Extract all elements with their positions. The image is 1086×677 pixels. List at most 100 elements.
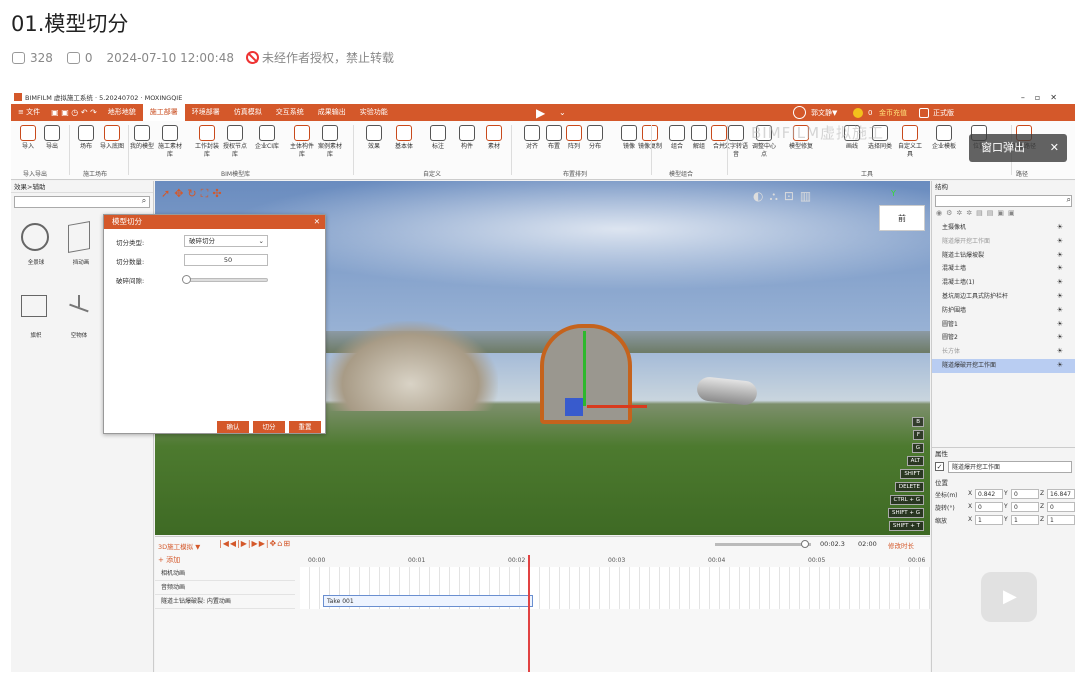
tab-environment[interactable]: 环境部署: [185, 104, 227, 121]
tree-item[interactable]: 混凝土墙(1): [932, 276, 1075, 290]
close-icon[interactable]: ✕: [1050, 134, 1059, 162]
shortcut-shift[interactable]: SHIFT: [900, 469, 924, 479]
flag-icon[interactable]: [21, 295, 47, 317]
add-track-button[interactable]: + 添加: [158, 555, 180, 565]
ribbon-button-5[interactable]: 施工素材库: [157, 125, 183, 159]
ribbon-button-0[interactable]: 导入: [15, 125, 41, 151]
prop-scale-z[interactable]: 1: [1047, 515, 1075, 525]
structure-search-input[interactable]: ⌕: [935, 195, 1072, 207]
play-icon[interactable]: ▶: [536, 106, 545, 120]
shortcut-g[interactable]: G: [911, 443, 924, 453]
object-name-input[interactable]: 隧道爆开挖工作面: [948, 461, 1072, 473]
animation-clip[interactable]: Take 001: [323, 595, 533, 607]
recharge-link[interactable]: 金币充值: [879, 108, 907, 118]
empty-object-icon[interactable]: [69, 295, 89, 317]
shortcut-delete[interactable]: DELETE: [894, 482, 924, 492]
view-tools[interactable]: ◐⛬⊡▥: [753, 189, 817, 204]
pipe-object[interactable]: [695, 375, 759, 407]
tree-item[interactable]: 防护围墙: [932, 304, 1075, 318]
tree-item[interactable]: 隧道爆开挖工作面: [932, 235, 1075, 249]
panorama-icon[interactable]: [21, 223, 49, 251]
ribbon-button-7[interactable]: 授权节点库: [222, 125, 248, 159]
prop-rot-z[interactable]: 0: [1047, 502, 1075, 512]
tree-item[interactable]: 混凝土墙: [932, 262, 1075, 276]
wall-icon[interactable]: [68, 221, 90, 253]
tab-simulation[interactable]: 仿真模拟: [227, 104, 269, 121]
tree-item[interactable]: 基坑周边工具式防护栏杆: [932, 290, 1075, 304]
ribbon-button-11[interactable]: 效果: [361, 125, 387, 151]
prop-rot-y[interactable]: 0: [1011, 502, 1039, 512]
quick-access-icons[interactable]: ▣ ▣ ◷ ↶ ↷: [47, 108, 101, 117]
avatar[interactable]: [793, 106, 806, 119]
popout-button[interactable]: 窗口弹出 ✕: [969, 134, 1067, 162]
left-search-input[interactable]: ⌕: [14, 196, 150, 208]
split-button[interactable]: 切分: [253, 421, 285, 433]
window-controls[interactable]: –▫✕: [1021, 93, 1067, 102]
tree-item[interactable]: 圆管2: [932, 331, 1075, 345]
ribbon-button-3[interactable]: 导入底图: [99, 125, 125, 151]
tree-item[interactable]: 主摄像机: [932, 221, 1075, 235]
split-count-input[interactable]: 50: [184, 254, 268, 266]
prop-coord-z[interactable]: 16.847: [1047, 489, 1075, 499]
view-cube[interactable]: 前: [879, 205, 925, 231]
ribbon-button-9[interactable]: 主体构件库: [289, 125, 315, 159]
tab-experimental[interactable]: 实验功能: [353, 104, 395, 121]
search-icon[interactable]: ⌕: [138, 196, 150, 208]
item-empty[interactable]: 空物体: [59, 331, 99, 339]
ribbon-button-2[interactable]: 场布: [73, 125, 99, 151]
prop-rot-x[interactable]: 0: [975, 502, 1003, 512]
shortcut-shift-g[interactable]: SHIFT + G: [887, 508, 924, 518]
split-type-select[interactable]: 破碎切分 ⌄: [184, 235, 268, 247]
ribbon-button-15[interactable]: 素材: [481, 125, 507, 151]
shortcut-b[interactable]: B: [912, 417, 924, 427]
file-menu[interactable]: ≡ 文件: [11, 104, 47, 121]
ribbon-button-21[interactable]: 镜像复制: [637, 125, 663, 151]
ribbon-button-8[interactable]: 企业CI库: [254, 125, 280, 151]
gizmo-y-axis[interactable]: [583, 331, 586, 406]
item-wall[interactable]: 挡动画: [61, 258, 101, 266]
ribbon-button-10[interactable]: 案例素材库: [317, 125, 343, 159]
shortcut-ctrl-g[interactable]: CTRL + G: [889, 495, 924, 505]
prop-coord-y[interactable]: 0: [1011, 489, 1039, 499]
shortcut-f[interactable]: F: [912, 430, 924, 440]
playback-controls[interactable]: |◀◀|▶|▶▶|✥⌂⊞: [219, 539, 291, 548]
prop-scale-y[interactable]: 1: [1011, 515, 1039, 525]
tab-terrain[interactable]: 地形地貌: [101, 104, 143, 121]
tab-output[interactable]: 成果输出: [311, 104, 353, 121]
ribbon-button-1[interactable]: 导出: [39, 125, 65, 151]
visible-checkbox[interactable]: ✓: [935, 462, 944, 471]
confirm-button[interactable]: 确认: [217, 421, 249, 433]
close-icon[interactable]: ✕: [314, 215, 320, 229]
tab-interaction[interactable]: 交互系统: [269, 104, 311, 121]
shortcut-alt[interactable]: ALT: [906, 456, 924, 466]
transform-tools[interactable]: ➚✥↻⛶✣: [161, 187, 226, 201]
tv-player-icon[interactable]: ▶: [981, 572, 1037, 622]
selected-wall-object[interactable]: [540, 324, 632, 424]
tree-item[interactable]: 隧道土钻爆坡裂: [932, 249, 1075, 263]
ribbon-button-14[interactable]: 构件: [454, 125, 480, 151]
tree-item[interactable]: 长方体: [932, 345, 1075, 359]
prop-scale-x[interactable]: 1: [975, 515, 1003, 525]
tab-construction[interactable]: 施工部署: [142, 104, 185, 121]
tree-item[interactable]: 圆管1: [932, 318, 1075, 332]
user-name[interactable]: 郭文静▼: [811, 108, 837, 118]
tree-item[interactable]: 隧道爆破开挖工作面: [932, 358, 1075, 373]
ribbon-button-31[interactable]: 企业模板: [931, 125, 957, 151]
search-icon[interactable]: ⌕: [1067, 195, 1071, 205]
shortcut-shift-t[interactable]: SHIFT + T: [888, 521, 924, 531]
chevron-down-icon[interactable]: ⌄: [559, 108, 566, 117]
gap-slider[interactable]: [182, 275, 268, 284]
playhead[interactable]: [528, 555, 530, 672]
gap-slider-handle[interactable]: [182, 275, 191, 284]
timeline-track[interactable]: 相机动画: [155, 567, 295, 581]
ribbon-button-4[interactable]: 我的模型: [129, 125, 155, 151]
video-frame[interactable]: BIMFILM 虚拟施工系统 · 5.20240702 · MOXINGQIE …: [11, 90, 1075, 672]
ribbon-button-13[interactable]: 标注: [425, 125, 451, 151]
reset-button[interactable]: 重置: [289, 421, 321, 433]
timeline-track[interactable]: 隧道土钻爆破裂: 内置动画: [155, 595, 295, 609]
ribbon-button-19[interactable]: 分布: [582, 125, 608, 151]
item-panorama[interactable]: 全景球: [16, 258, 56, 266]
ribbon-button-12[interactable]: 基本体: [391, 125, 417, 151]
item-flag[interactable]: 旗帜: [16, 331, 56, 339]
timeline-mode-select[interactable]: 3D施工模拟 ▼: [158, 541, 200, 551]
